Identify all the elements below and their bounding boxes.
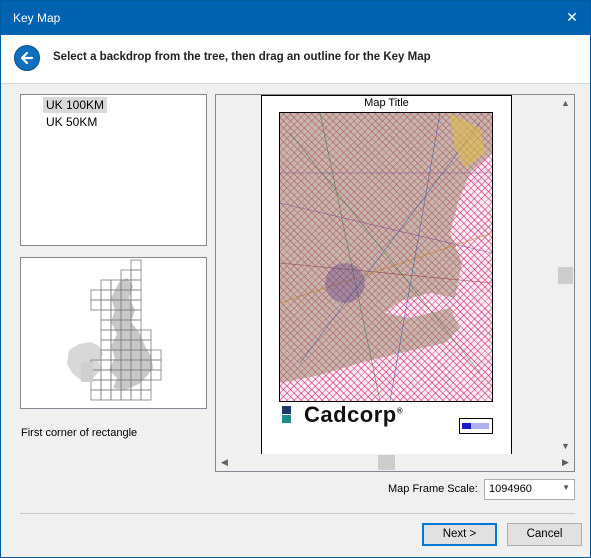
status-text: First corner of rectangle bbox=[21, 427, 138, 439]
scale-bar-icon bbox=[462, 423, 489, 429]
back-arrow-icon bbox=[20, 51, 34, 65]
backdrop-thumbnail bbox=[20, 257, 207, 409]
scroll-down-icon[interactable]: ▼ bbox=[557, 438, 574, 455]
instruction-text: Select a backdrop from the tree, then dr… bbox=[53, 51, 431, 63]
instruction-bar: Select a backdrop from the tree, then dr… bbox=[1, 35, 590, 84]
map-frame-scale-value: 1094960 bbox=[489, 483, 532, 495]
scroll-up-icon[interactable]: ▲ bbox=[557, 95, 574, 112]
cadcorp-logo-mark bbox=[282, 406, 291, 423]
map-frame-scale-combo[interactable]: 1094960 ▼ bbox=[484, 479, 575, 500]
chevron-down-icon[interactable]: ▼ bbox=[562, 483, 570, 492]
vertical-scrollbar[interactable]: ▲ ▼ bbox=[557, 95, 574, 455]
map-frame-scale-label: Map Frame Scale: bbox=[388, 483, 478, 495]
key-map-dialog: Key Map ✕ Select a backdrop from the tre… bbox=[0, 0, 591, 558]
map-preview-pane[interactable]: Map Title Cadcorp® ▲ ▼ ◀ ▶ bbox=[215, 94, 575, 472]
scale-bar-box bbox=[459, 418, 493, 434]
window-title: Key Map bbox=[13, 11, 61, 25]
horizontal-scroll-thumb[interactable] bbox=[378, 455, 395, 470]
logo-name: Cadcorp bbox=[304, 402, 397, 427]
map-title: Map Title bbox=[364, 97, 409, 109]
tree-item-uk-50km[interactable]: UK 50KM bbox=[43, 114, 100, 130]
scroll-left-icon[interactable]: ◀ bbox=[216, 454, 233, 471]
map-frame[interactable] bbox=[279, 112, 493, 402]
tree-item-uk-100km[interactable]: UK 100KM bbox=[43, 97, 108, 113]
cadcorp-logo: Cadcorp® bbox=[280, 402, 403, 427]
title-bar: Key Map ✕ bbox=[1, 1, 590, 35]
uk-grid-thumbnail bbox=[67, 259, 162, 401]
map-detail bbox=[280, 113, 492, 401]
next-button[interactable]: Next > bbox=[422, 523, 497, 546]
scroll-right-icon[interactable]: ▶ bbox=[557, 454, 574, 471]
logo-mark: ® bbox=[396, 406, 404, 416]
vertical-scroll-thumb[interactable] bbox=[558, 267, 573, 284]
cancel-button[interactable]: Cancel bbox=[507, 523, 582, 546]
logo-text: Cadcorp® bbox=[304, 402, 403, 428]
backdrop-tree[interactable]: UK 100KM UK 50KM bbox=[20, 94, 207, 246]
horizontal-scrollbar[interactable]: ◀ ▶ bbox=[216, 454, 574, 471]
close-icon[interactable]: ✕ bbox=[564, 9, 580, 25]
back-button[interactable] bbox=[14, 45, 40, 71]
page-preview: Map Title Cadcorp® bbox=[261, 95, 512, 455]
divider bbox=[20, 513, 575, 514]
